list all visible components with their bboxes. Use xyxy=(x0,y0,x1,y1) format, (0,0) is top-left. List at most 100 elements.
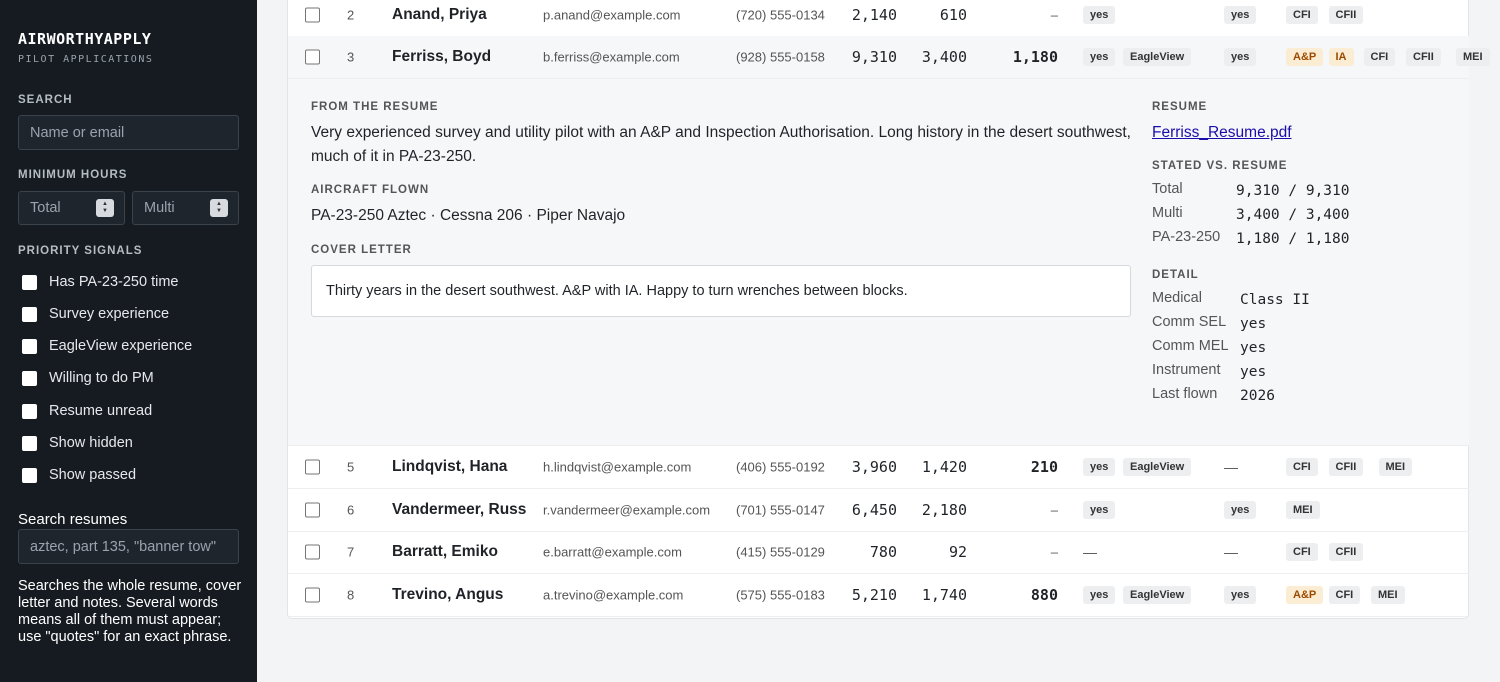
applicant-phone: (928) 555-0158 xyxy=(736,49,825,65)
survey-badge: yes xyxy=(1083,48,1116,66)
pm-badge: yes xyxy=(1224,501,1257,519)
signal-checkbox[interactable] xyxy=(22,403,37,419)
table-row[interactable]: 6 Vandermeer, Russ r.vandermeer@example.co… xyxy=(288,489,1469,532)
app-logo: AIRWORTHYAPPLY xyxy=(18,30,152,48)
aircraft-flown-text: PA-23-250 Aztec · Cessna 206 · Piper Nav… xyxy=(311,207,626,224)
detail-key: Comm SEL xyxy=(1152,314,1227,330)
resume-search-input[interactable]: aztec, part 135, "banner tow" xyxy=(18,529,239,564)
stepper-icon[interactable]: ▲ ▼ xyxy=(96,199,114,217)
detail-key: Instrument xyxy=(1152,362,1221,378)
signal-label: EagleView experience xyxy=(49,338,193,354)
pa23-hours: – xyxy=(1050,502,1058,518)
applicant-email: e.barratt@example.com xyxy=(543,544,682,560)
row-number: 6 xyxy=(347,502,355,518)
signal-option[interactable]: Survey experience xyxy=(22,306,169,322)
cert-badge: CFI xyxy=(1286,458,1318,476)
signal-checkbox[interactable] xyxy=(22,306,37,322)
signal-option[interactable]: Resume unread xyxy=(22,403,152,419)
signal-checkbox[interactable] xyxy=(22,338,37,354)
stated-vs-resume-label: STATED VS. RESUME xyxy=(1152,160,1288,172)
total-hours: 780 xyxy=(869,543,897,561)
applicant-phone: (415) 555-0129 xyxy=(736,544,825,560)
pa23-hours: 880 xyxy=(1030,586,1058,604)
total-hours: 5,210 xyxy=(851,586,897,604)
applicant-name[interactable]: Trevino, Angus xyxy=(392,586,503,604)
pa23-hours: – xyxy=(1050,544,1058,560)
signal-checkbox[interactable] xyxy=(22,467,37,483)
row-checkbox[interactable] xyxy=(305,7,320,23)
total-hours: 6,450 xyxy=(851,501,897,519)
resume-file-link[interactable]: Ferriss_Resume.pdf xyxy=(1152,124,1292,142)
resume-search-help: Searches the whole resume, cover letter … xyxy=(18,578,242,645)
stepper-icon[interactable]: ▲ ▼ xyxy=(210,199,228,217)
min-total-input[interactable]: Total ▲ ▼ xyxy=(18,191,125,225)
eagleview-badge: EagleView xyxy=(1123,586,1192,604)
row-checkbox[interactable] xyxy=(305,49,320,65)
applicant-email: b.ferriss@example.com xyxy=(543,49,680,65)
applicant-name[interactable]: Anand, Priya xyxy=(392,6,487,24)
table-row[interactable]: 7 Barratt, Emiko e.barratt@example.com (415… xyxy=(288,531,1469,574)
cert-badge: CFII xyxy=(1406,48,1441,66)
applicant-name[interactable]: Lindqvist, Hana xyxy=(392,458,507,476)
multi-hours: 2,180 xyxy=(921,501,967,519)
detail-key: Comm MEL xyxy=(1152,338,1229,354)
row-checkbox[interactable] xyxy=(305,502,320,518)
cover-letter-label: COVER LETTER xyxy=(311,244,412,256)
search-input[interactable]: Name or email xyxy=(18,115,239,150)
stated-value: 9,310 / 9,310 xyxy=(1236,183,1350,199)
pa23-hours: 1,180 xyxy=(1012,48,1058,66)
applicants-table: 2 Anand, Priya p.anand@example.com (720) 55… xyxy=(287,0,1490,619)
stated-key: Multi xyxy=(1152,205,1183,221)
signal-option[interactable]: EagleView experience xyxy=(22,338,192,354)
row-checkbox[interactable] xyxy=(305,587,320,603)
eagleview-badge: EagleView xyxy=(1123,48,1192,66)
signal-checkbox[interactable] xyxy=(22,370,37,386)
sidebar: AIRWORTHYAPPLY PILOT APPLICATIONS SEARCH… xyxy=(0,0,257,682)
signal-checkbox[interactable] xyxy=(22,435,37,451)
row-number: 5 xyxy=(347,459,355,475)
cert-badge: A&P xyxy=(1286,586,1324,604)
detail-value: Class II xyxy=(1240,292,1310,308)
table-row[interactable]: 2 Anand, Priya p.anand@example.com (720) 55… xyxy=(288,0,1469,37)
applicant-name[interactable]: Barratt, Emiko xyxy=(392,543,498,561)
row-checkbox[interactable] xyxy=(305,459,320,475)
table-row[interactable]: 8 Trevino, Angus a.trevino@example.com (575… xyxy=(288,574,1469,617)
signal-option[interactable]: Show passed xyxy=(22,467,136,483)
cert-badge: CFI xyxy=(1286,543,1318,561)
applicant-email: p.anand@example.com xyxy=(543,7,681,23)
signal-option[interactable]: Has PA-23-250 time xyxy=(22,274,178,290)
pa23-hours: 210 xyxy=(1030,458,1058,476)
min-multi-input[interactable]: Multi ▲ ▼ xyxy=(132,191,239,225)
cert-badge: IA xyxy=(1328,48,1354,66)
pm-badge: yes xyxy=(1224,48,1257,66)
resume-label: RESUME xyxy=(1152,101,1208,113)
cert-badge: CFII xyxy=(1328,458,1364,476)
applicant-email: r.vandermeer@example.com xyxy=(543,502,711,518)
signal-checkbox[interactable] xyxy=(22,274,37,290)
detail-value: yes xyxy=(1240,340,1267,356)
signal-label: Resume unread xyxy=(49,403,153,419)
signal-option[interactable]: Willing to do PM xyxy=(22,370,154,386)
multi-hours: 3,400 xyxy=(921,48,967,66)
applicant-name[interactable]: Vandermeer, Russ xyxy=(392,501,526,519)
eagleview-badge: EagleView xyxy=(1123,458,1192,476)
aircraft-flown-label: AIRCRAFT FLOWN xyxy=(311,184,430,196)
pa23-hours: – xyxy=(1050,7,1058,23)
pm-badge: yes xyxy=(1224,6,1257,24)
applicant-phone: (720) 555-0134 xyxy=(736,7,825,23)
applicant-name[interactable]: Ferriss, Boyd xyxy=(392,48,491,66)
row-number: 3 xyxy=(347,49,355,65)
pm-badge: yes xyxy=(1224,586,1257,604)
signal-option[interactable]: Show hidden xyxy=(22,435,133,451)
survey-badge: yes xyxy=(1083,458,1116,476)
row-checkbox[interactable] xyxy=(305,544,320,560)
cover-letter-box: Thirty years in the desert southwest. A&… xyxy=(311,265,1131,317)
table-row[interactable]: 3 Ferriss, Boyd b.ferriss@example.com (928)… xyxy=(288,36,1490,79)
pm-empty: — xyxy=(1224,544,1238,560)
stated-key: Total xyxy=(1152,181,1183,197)
min-multi-placeholder: Multi xyxy=(144,200,175,216)
signal-label: Show hidden xyxy=(49,435,133,451)
table-row[interactable]: 5 Lindqvist, Hana h.lindqvist@example.com (… xyxy=(288,446,1469,489)
applicant-email: a.trevino@example.com xyxy=(543,587,684,603)
signal-label: Survey experience xyxy=(49,306,170,322)
